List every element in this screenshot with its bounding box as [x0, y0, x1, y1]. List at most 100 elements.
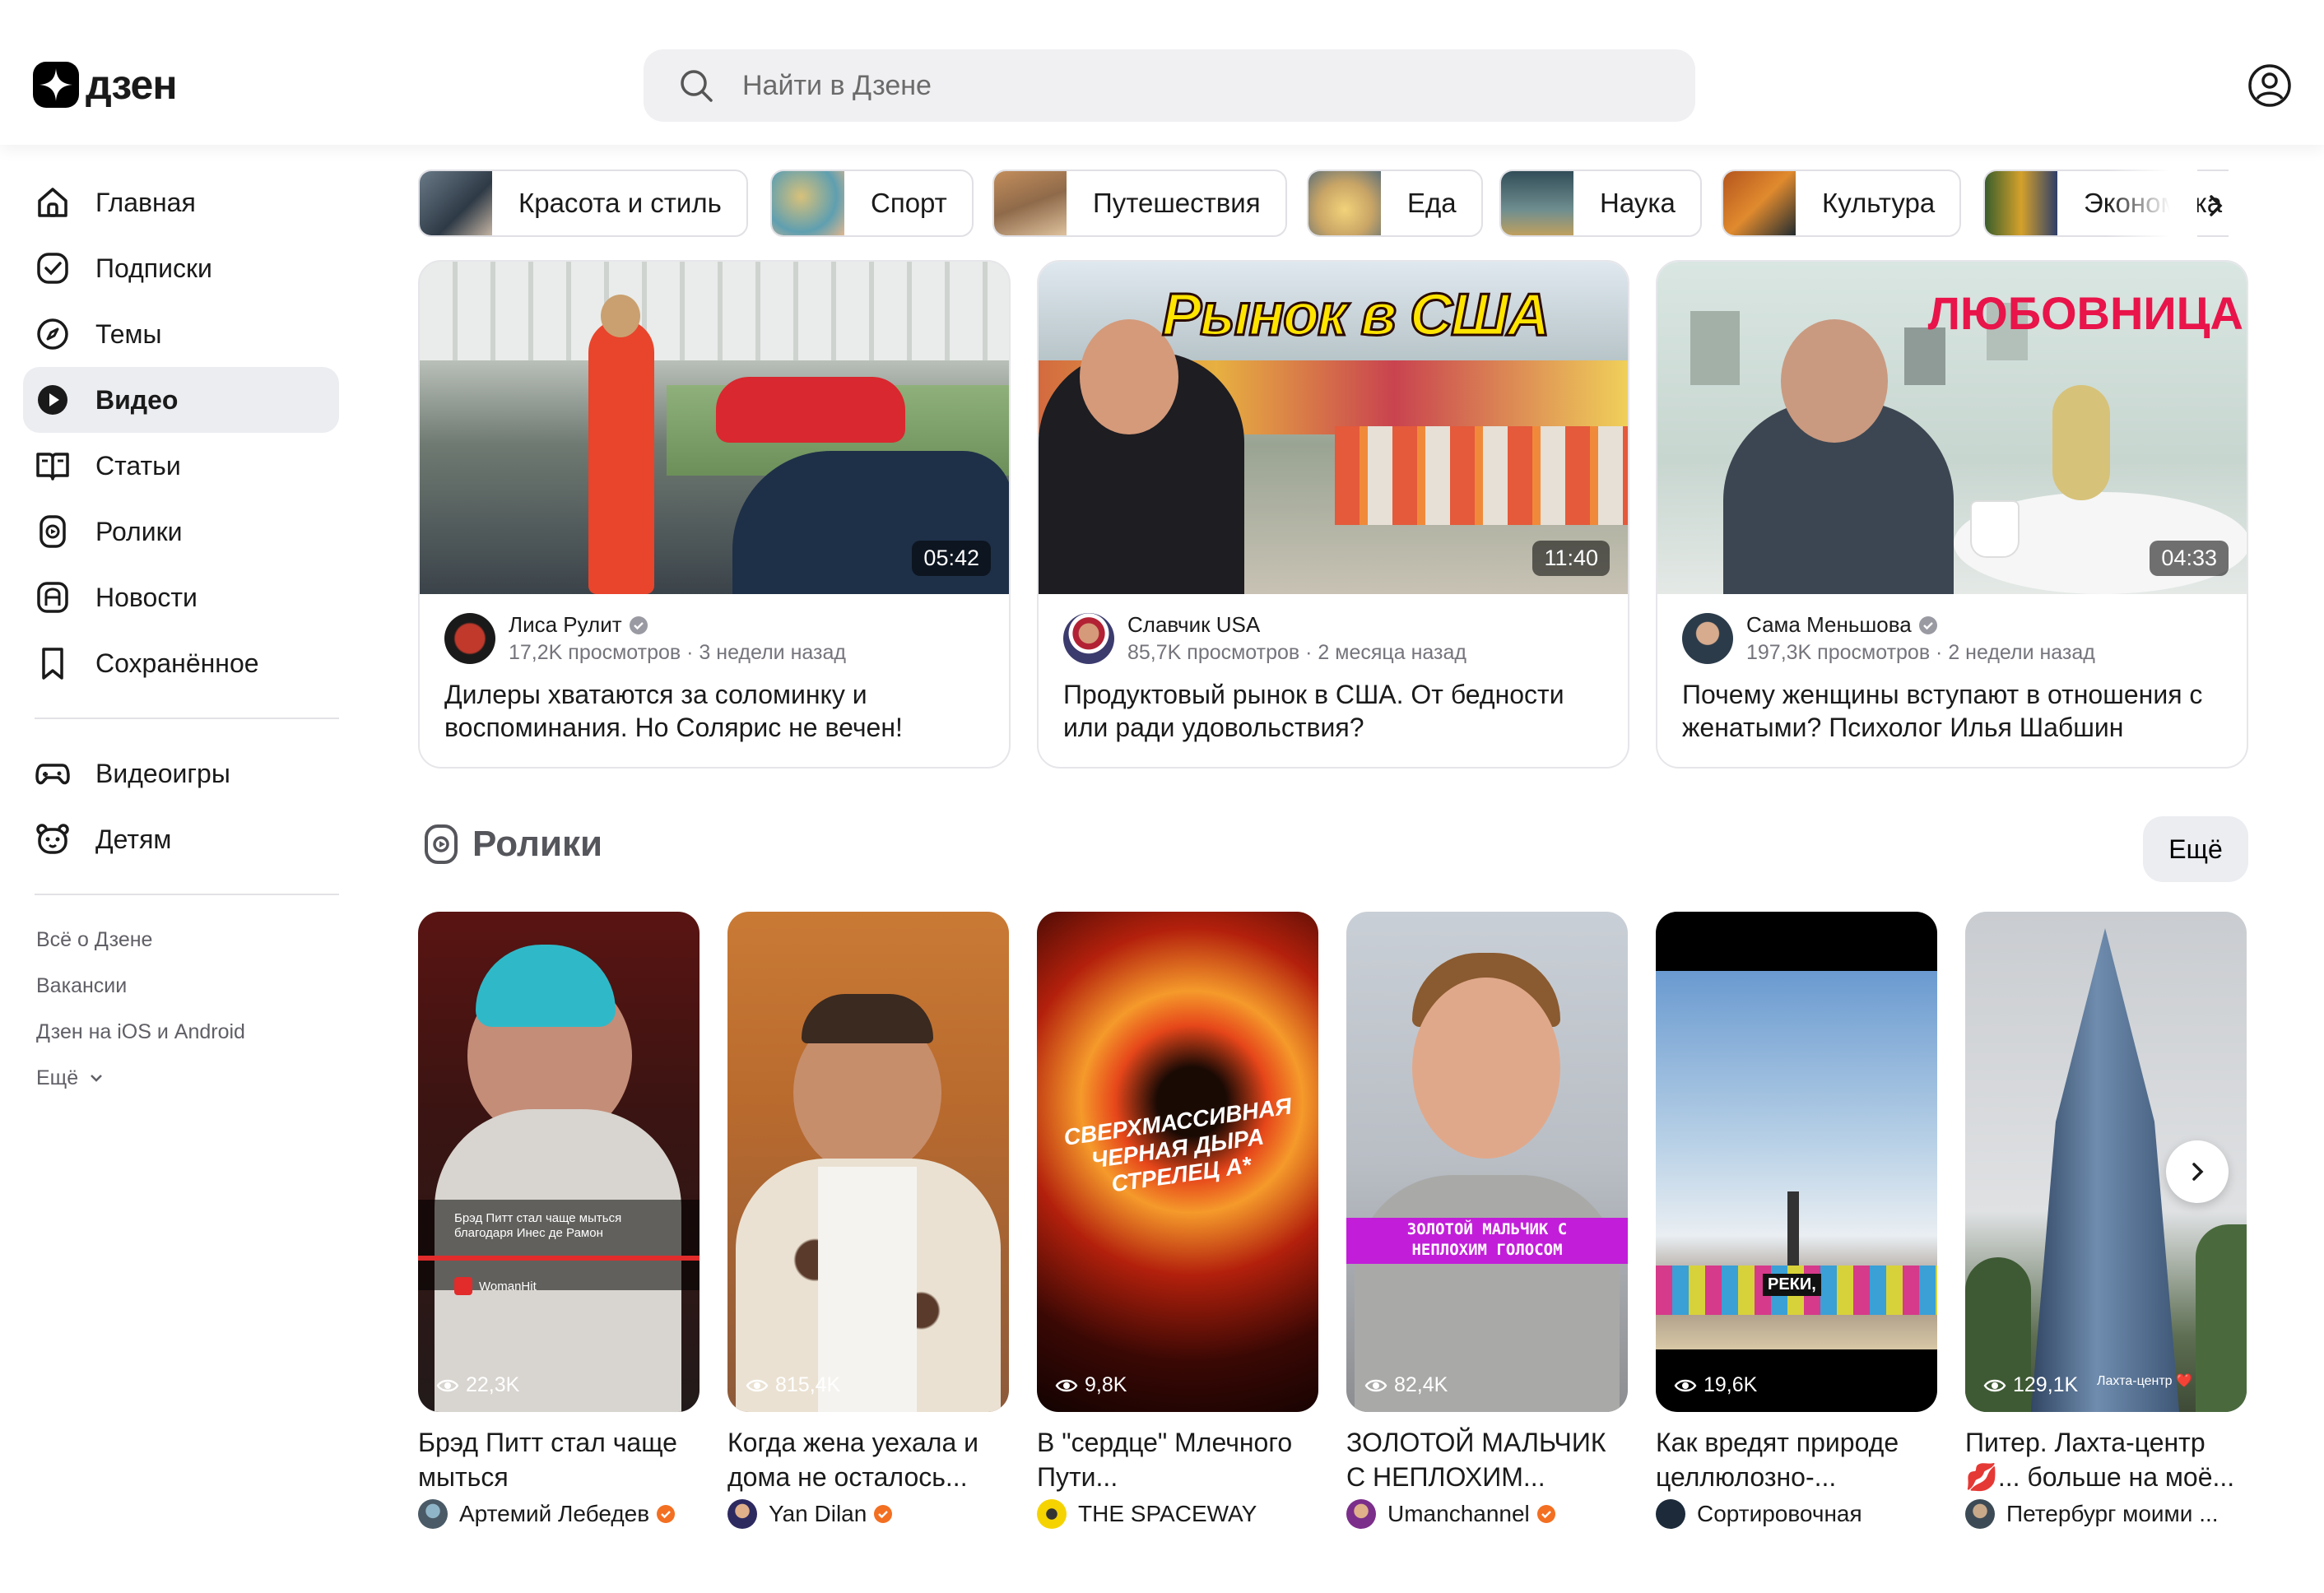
channel-info[interactable]: Сама Меньшова 197,3K просмотров · 2 неде…	[1682, 612, 2095, 665]
about-link[interactable]: Всё о Дзене	[23, 917, 339, 963]
short-card[interactable]: РЕКИ, 19,6K Как вредят природе целлюлозн…	[1656, 912, 1937, 1529]
sidebar-item-label: Подписки	[95, 253, 212, 283]
sidebar-item-shorts[interactable]: Ролики	[23, 499, 339, 564]
short-card[interactable]: Брэд Питт стал чаще мыться благодаря Ине…	[418, 912, 700, 1529]
short-title[interactable]: Питер. Лахта-центр 💋... больше на моё...	[1965, 1425, 2247, 1494]
short-thumbnail[interactable]: ЗОЛОТОЙ МАЛЬЧИК С НЕПЛОХИМ ГОЛОСОМ 82,4K	[1346, 912, 1628, 1412]
video-thumbnail[interactable]: 05:42	[420, 262, 1009, 594]
view-count-value: 815,4K	[775, 1373, 841, 1396]
sidebar-item-label: Статьи	[95, 450, 181, 481]
short-title[interactable]: Брэд Питт стал чаще мыться	[418, 1425, 700, 1494]
sidebar-item-news[interactable]: Новости	[23, 564, 339, 630]
profile-icon[interactable]	[2247, 63, 2293, 109]
chip-science[interactable]: Наука	[1499, 170, 1702, 237]
thumbnail-overlay-text: Рынок в США	[1160, 281, 1550, 350]
video-duration: 11:40	[1532, 541, 1610, 576]
verified-icon	[1918, 615, 1937, 634]
short-thumbnail[interactable]: Брэд Питт стал чаще мыться благодаря Ине…	[418, 912, 700, 1412]
chevron-right-icon[interactable]	[2196, 186, 2235, 225]
video-card[interactable]: 05:42 Лиса Рулит 17,2K просмотров · 3 не…	[418, 260, 1011, 769]
sidebar-item-label: Ролики	[95, 516, 183, 546]
thumbnail-overlay-text: ЛЮБОВНИЦА	[1927, 287, 2243, 339]
short-card[interactable]: 815,4K Когда жена уехала и дома не остал…	[727, 912, 1009, 1529]
sidebar-item-subscriptions[interactable]: Подписки	[23, 235, 339, 301]
channel-avatar	[1682, 613, 1733, 664]
video-duration: 04:33	[2150, 541, 2229, 576]
short-author[interactable]: Сортировочная	[1656, 1499, 1937, 1529]
chip-culture[interactable]: Культура	[1722, 170, 1962, 237]
sidebar-item-topics[interactable]: Темы	[23, 301, 339, 367]
video-title[interactable]: Продуктовый рынок в США. От бедности или…	[1063, 678, 1615, 744]
video-icon	[38, 385, 67, 415]
news-icon	[37, 582, 68, 613]
short-author[interactable]: Артемий Лебедев	[418, 1499, 700, 1529]
short-author[interactable]: Петербург моими ...	[1965, 1499, 2247, 1529]
short-title[interactable]: Как вредят природе целлюлозно-...	[1656, 1425, 1937, 1494]
apps-link[interactable]: Дзен на iOS и Android	[23, 1009, 339, 1055]
chip-food[interactable]: Еда	[1307, 170, 1483, 237]
chip-sport[interactable]: Спорт	[770, 170, 974, 237]
verified-icon	[874, 1505, 893, 1523]
author-avatar	[418, 1499, 448, 1529]
eye-icon	[1055, 1379, 1078, 1391]
short-author[interactable]: Yan Dilan	[727, 1499, 1009, 1529]
author-name: Yan Dilan	[769, 1501, 867, 1526]
shorts-icon	[425, 824, 458, 864]
short-card[interactable]: ЗОЛОТОЙ МАЛЬЧИК С НЕПЛОХИМ ГОЛОСОМ 82,4K…	[1346, 912, 1628, 1529]
short-thumbnail[interactable]: РЕКИ, 19,6K	[1656, 912, 1937, 1412]
channel-name: Лиса Рулит	[509, 612, 622, 637]
chevron-down-icon	[91, 1075, 103, 1082]
video-thumbnail[interactable]: ЛЮБОВНИЦА 04:33	[1657, 262, 2247, 594]
short-title[interactable]: ЗОЛОТОЙ МАЛЬЧИК С НЕПЛОХИМ...	[1346, 1425, 1628, 1494]
short-title[interactable]: В "сердце" Млечного Пути...	[1037, 1425, 1318, 1494]
sidebar: Главная Подписки Темы Видео Статьи Ролик…	[23, 170, 339, 1101]
view-count-value: 129,1K	[2013, 1373, 2079, 1396]
more-button[interactable]: Ещё	[2143, 816, 2248, 882]
sidebar-item-label: Детям	[95, 824, 172, 854]
gamepad-icon	[35, 764, 70, 785]
short-title[interactable]: Когда жена уехала и дома не осталось...	[727, 1425, 1009, 1494]
sidebar-item-saved[interactable]: Сохранённое	[23, 630, 339, 696]
short-author[interactable]: Umanchannel	[1346, 1499, 1628, 1529]
shorts-next-button[interactable]	[2166, 1140, 2229, 1203]
logo[interactable]: дзен	[33, 61, 178, 109]
chip-thumbnail	[1501, 171, 1573, 235]
sidebar-item-articles[interactable]: Статьи	[23, 433, 339, 499]
short-card[interactable]: СВЕРХМАССИВНАЯ ЧЕРНАЯ ДЫРА СТРЕЛЕЦ А* 9,…	[1037, 912, 1318, 1529]
chip-travel[interactable]: Путешествия	[992, 170, 1287, 237]
chip-thumbnail	[1985, 171, 2057, 235]
chip-beauty[interactable]: Красота и стиль	[418, 170, 748, 237]
video-title[interactable]: Почему женщины вступают в отношения с же…	[1682, 678, 2233, 744]
author-avatar	[1656, 1499, 1685, 1529]
shorts-section-header: Ролики	[423, 823, 602, 866]
video-card[interactable]: ЛЮБОВНИЦА 04:33 Сама Меньшова 197,3K про…	[1656, 260, 2248, 769]
video-card[interactable]: Рынок в США 11:40 Славчик USA 85,7K прос…	[1037, 260, 1629, 769]
short-thumbnail[interactable]: СВЕРХМАССИВНАЯ ЧЕРНАЯ ДЫРА СТРЕЛЕЦ А* 9,…	[1037, 912, 1318, 1412]
sidebar-item-videogames[interactable]: Видеоигры	[23, 741, 339, 806]
short-thumbnail[interactable]: 815,4K	[727, 912, 1009, 1412]
short-author[interactable]: THE SPACEWAY	[1037, 1499, 1318, 1529]
sidebar-item-label: Главная	[95, 187, 196, 217]
sidebar-item-label: Темы	[95, 318, 162, 349]
chip-thumbnail	[772, 171, 844, 235]
vacancies-link[interactable]: Вакансии	[23, 963, 339, 1009]
sidebar-item-home[interactable]: Главная	[23, 170, 339, 235]
sidebar-item-kids[interactable]: Детям	[23, 806, 339, 872]
channel-info[interactable]: Славчик USA 85,7K просмотров · 2 месяца …	[1063, 612, 1466, 665]
search-bar[interactable]	[644, 49, 1695, 122]
sidebar-item-label: Видео	[95, 384, 179, 415]
chips-fade	[2107, 170, 2197, 239]
short-card[interactable]: Лахта-центр ❤️ 129,1K Питер. Лахта-центр…	[1965, 912, 2247, 1529]
sidebar-item-video[interactable]: Видео	[23, 367, 339, 433]
video-thumbnail[interactable]: Рынок в США 11:40	[1039, 262, 1628, 594]
eye-icon	[1364, 1379, 1387, 1391]
sidebar-item-label: Видеоигры	[95, 758, 230, 788]
search-input[interactable]	[742, 69, 1648, 102]
more-link[interactable]: Ещё	[23, 1055, 339, 1101]
chip-thumbnail	[994, 171, 1067, 235]
video-duration: 05:42	[912, 541, 991, 576]
video-meta: 85,7K просмотров · 2 месяца назад	[1127, 641, 1466, 664]
logo-text: дзен	[86, 62, 178, 108]
channel-info[interactable]: Лиса Рулит 17,2K просмотров · 3 недели н…	[444, 612, 846, 665]
video-title[interactable]: Дилеры хватаются за соломинку и воспомин…	[444, 678, 996, 744]
